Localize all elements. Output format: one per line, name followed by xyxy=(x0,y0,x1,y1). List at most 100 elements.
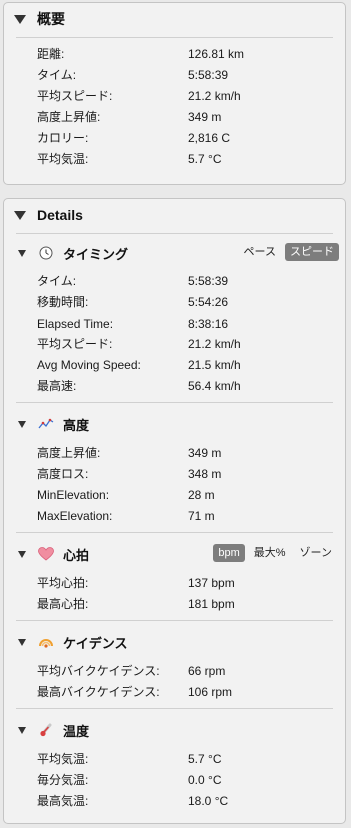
zone-toggle[interactable]: ゾーン xyxy=(295,544,337,562)
summary-row: 平均気温: 5.7 °C xyxy=(4,150,345,168)
thermometer-icon xyxy=(38,722,54,738)
divider xyxy=(16,532,333,533)
section-title: タイミング xyxy=(63,246,129,262)
row-value: 5.7 °C xyxy=(188,152,222,166)
row-label: 平均気温: xyxy=(37,752,89,766)
clock-icon xyxy=(38,245,54,261)
row-label: MinElevation: xyxy=(37,488,110,502)
max-percent-toggle[interactable]: 最大% xyxy=(249,544,291,562)
bpm-toggle[interactable]: bpm xyxy=(213,544,245,562)
row-label: 最高速: xyxy=(37,379,77,393)
disclosure-triangle-icon[interactable] xyxy=(14,14,26,24)
row-value: 126.81 km xyxy=(188,47,245,61)
cadence-row: 最高バイクケイデンス: 106 rpm xyxy=(4,683,345,701)
elevation-row: MinElevation: 28 m xyxy=(4,486,345,504)
row-label: 高度上昇値: xyxy=(37,110,101,124)
row-value: 106 rpm xyxy=(188,685,233,699)
summary-row: タイム: 5:58:39 xyxy=(4,66,345,84)
row-label: Elapsed Time: xyxy=(37,317,114,331)
row-value: 28 m xyxy=(188,488,215,502)
timing-row: 移動時間: 5:54:26 xyxy=(4,293,345,311)
disclosure-triangle-icon[interactable] xyxy=(18,249,26,257)
temperature-row: 平均気温: 5.7 °C xyxy=(4,750,345,768)
summary-title: 概要 xyxy=(37,11,65,27)
divider xyxy=(16,620,333,621)
row-label: 平均バイクケイデンス: xyxy=(37,664,160,678)
heart-rate-toggle: bpm 最大% ゾーン xyxy=(209,544,337,562)
summary-panel: 概要 距離: 126.81 km タイム: 5:58:39 平均スピード: 21… xyxy=(3,2,346,185)
timing-row: 平均スピード: 21.2 km/h xyxy=(4,335,345,353)
divider xyxy=(16,402,333,403)
section-title: ケイデンス xyxy=(63,635,128,651)
disclosure-triangle-icon[interactable] xyxy=(14,210,26,220)
heart-rate-row: 平均心拍: 137 bpm xyxy=(4,574,345,592)
summary-row: 距離: 126.81 km xyxy=(4,45,345,63)
elevation-header[interactable]: 高度 xyxy=(4,412,345,436)
row-label: 平均スピード: xyxy=(37,89,113,103)
row-label: 高度上昇値: xyxy=(37,446,101,460)
elevation-chart-icon xyxy=(38,416,54,432)
row-label: 毎分気温: xyxy=(37,773,89,787)
disclosure-triangle-icon[interactable] xyxy=(18,420,26,428)
row-label: 平均心拍: xyxy=(37,576,89,590)
elevation-row: MaxElevation: 71 m xyxy=(4,507,345,525)
row-value: 349 m xyxy=(188,446,222,460)
row-label: 距離: xyxy=(37,47,65,61)
section-title: 心拍 xyxy=(63,547,90,563)
row-label: 最高気温: xyxy=(37,794,89,808)
row-value: 348 m xyxy=(188,467,222,481)
row-label: MaxElevation: xyxy=(37,509,113,523)
row-value: 5:54:26 xyxy=(188,295,229,309)
timing-row: Elapsed Time: 8:38:16 xyxy=(4,315,345,333)
row-value: 18.0 °C xyxy=(188,794,229,808)
section-title: 高度 xyxy=(63,417,90,433)
row-label: 最高バイクケイデンス: xyxy=(37,685,160,699)
row-label: 移動時間: xyxy=(37,295,89,309)
row-value: 56.4 km/h xyxy=(188,379,241,393)
details-title: Details xyxy=(37,207,83,223)
row-value: 5:58:39 xyxy=(188,68,229,82)
heart-rate-row: 最高心拍: 181 bpm xyxy=(4,595,345,613)
disclosure-triangle-icon[interactable] xyxy=(18,550,26,558)
temperature-header[interactable]: 温度 xyxy=(4,718,345,742)
row-label: 平均気温: xyxy=(37,152,89,166)
disclosure-triangle-icon[interactable] xyxy=(18,726,26,734)
elevation-row: 高度ロス: 348 m xyxy=(4,465,345,483)
timing-row: Avg Moving Speed: 21.5 km/h xyxy=(4,356,345,374)
disclosure-triangle-icon[interactable] xyxy=(18,638,26,646)
pace-speed-toggle: ペース スピード xyxy=(235,243,339,261)
row-value: 8:38:16 xyxy=(188,317,229,331)
row-label: タイム: xyxy=(37,274,77,288)
temperature-row: 最高気温: 18.0 °C xyxy=(4,792,345,810)
timing-row: タイム: 5:58:39 xyxy=(4,272,345,290)
row-value: 21.2 km/h xyxy=(188,89,241,103)
row-value: 137 bpm xyxy=(188,576,235,590)
row-value: 21.5 km/h xyxy=(188,358,241,372)
details-panel: Details タイミング ペース スピード タイム: 5:58:39 移動時間… xyxy=(3,198,346,824)
cadence-icon xyxy=(38,634,54,650)
row-label: 最高心拍: xyxy=(37,597,89,611)
row-value: 66 rpm xyxy=(188,664,226,678)
cadence-row: 平均バイクケイデンス: 66 rpm xyxy=(4,662,345,680)
row-value: 5:58:39 xyxy=(188,274,229,288)
divider xyxy=(16,708,333,709)
elevation-row: 高度上昇値: 349 m xyxy=(4,444,345,462)
summary-header[interactable]: 概要 xyxy=(4,3,345,35)
cadence-header[interactable]: ケイデンス xyxy=(4,630,345,654)
row-value: 2,816 C xyxy=(188,131,231,145)
speed-toggle[interactable]: スピード xyxy=(285,243,339,261)
summary-row: 高度上昇値: 349 m xyxy=(4,108,345,126)
row-label: カロリー: xyxy=(37,131,89,145)
section-title: 温度 xyxy=(63,723,90,739)
heart-icon xyxy=(38,546,54,562)
summary-row: 平均スピード: 21.2 km/h xyxy=(4,87,345,105)
row-label: 平均スピード: xyxy=(37,337,113,351)
pace-toggle[interactable]: ペース xyxy=(239,243,281,261)
row-value: 349 m xyxy=(188,110,222,124)
row-value: 181 bpm xyxy=(188,597,235,611)
row-label: Avg Moving Speed: xyxy=(37,358,141,372)
divider xyxy=(16,37,333,38)
details-header[interactable]: Details xyxy=(4,199,345,231)
temperature-row: 毎分気温: 0.0 °C xyxy=(4,771,345,789)
row-value: 21.2 km/h xyxy=(188,337,241,351)
